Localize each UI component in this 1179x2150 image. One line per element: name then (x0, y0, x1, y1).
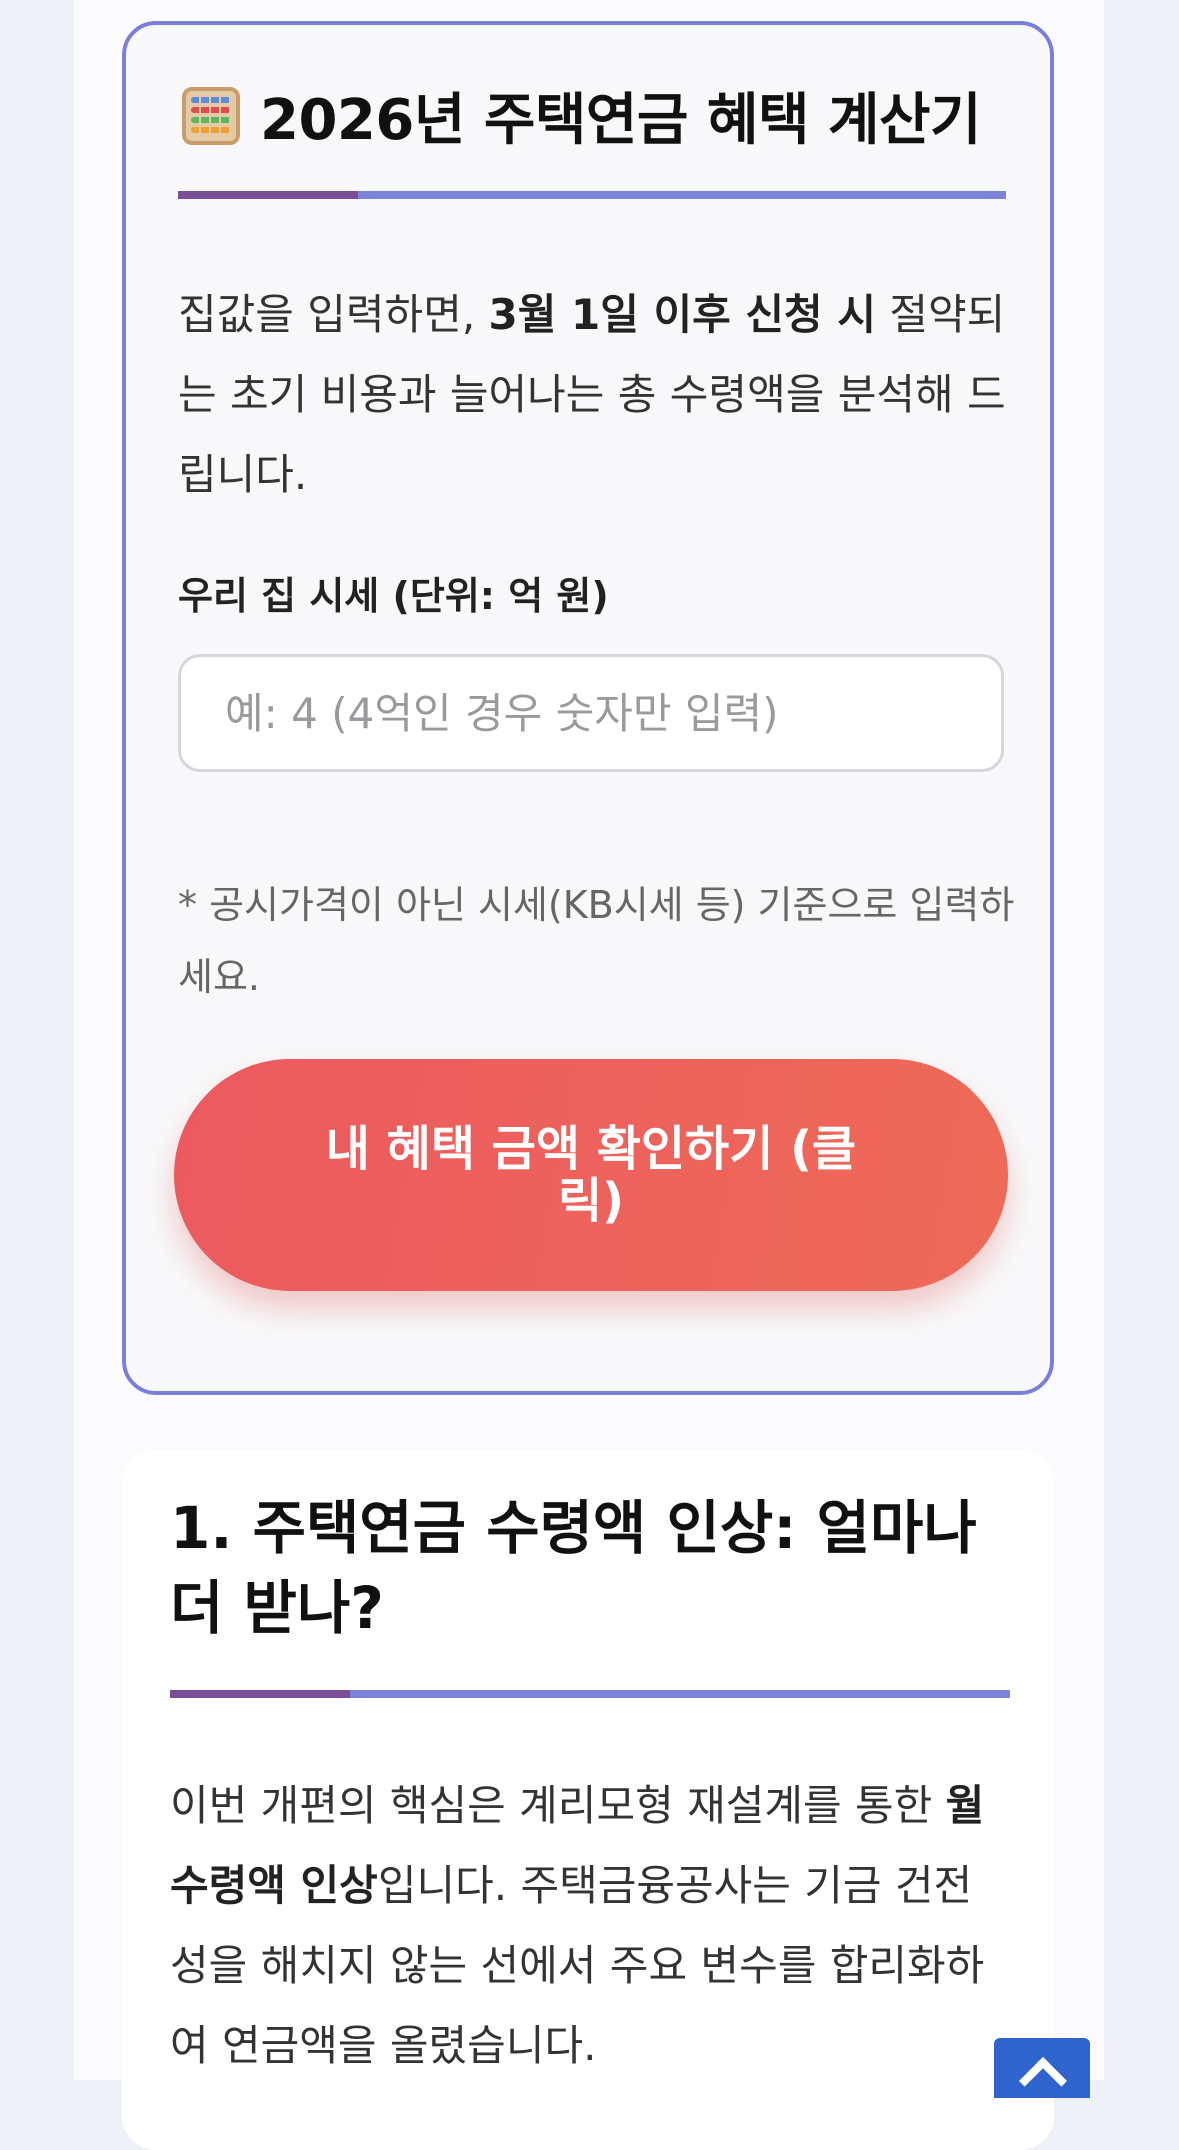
section-body-text: 이번 개편의 핵심은 계리모형 재설계를 통한 (170, 1781, 946, 1830)
section-pension-increase: 1. 주택연금 수령액 인상: 얼마나 더 받나? 이번 개편의 핵심은 계리모… (122, 1450, 1054, 2150)
benefit-calculator-card: 2026년 주택연금 혜택 계산기 집값을 입력하면, 3월 1일 이후 신청 … (122, 21, 1054, 1395)
scroll-to-top-button[interactable] (994, 2038, 1090, 2106)
calculator-title: 2026년 주택연금 혜택 계산기 (260, 88, 982, 153)
section-body: 이번 개편의 핵심은 계리모형 재설계를 통한 월 수령액 인상입니다. 주택금… (170, 1766, 1010, 2086)
section-heading: 1. 주택연금 수령액 인상: 얼마나 더 받나? (170, 1494, 977, 1642)
price-field-label: 우리 집 시세 (단위: 억 원) (178, 574, 609, 618)
section-divider (170, 1690, 1010, 1698)
check-benefit-button[interactable]: 내 혜택 금액 확인하기 (클릭) (174, 1059, 1008, 1291)
input-note: * 공시가격이 아닌 시세(KB시세 등) 기준으로 입력하세요. (178, 883, 1015, 999)
description-text: 집값을 입력하면, (178, 290, 489, 339)
section-divider-accent (170, 1690, 350, 1698)
calculator-description: 집값을 입력하면, 3월 1일 이후 신청 시 절약되는 초기 비용과 늘어나는… (178, 275, 1018, 515)
title-divider (178, 191, 1006, 199)
title-divider-accent (178, 191, 358, 199)
abacus-icon (182, 86, 240, 145)
description-highlight: 3월 1일 이후 신청 시 (488, 290, 876, 339)
house-price-input[interactable] (178, 654, 1004, 772)
chevron-up-icon (1018, 2056, 1068, 2106)
calculator-title-row: 2026년 주택연금 혜택 계산기 (182, 75, 982, 156)
